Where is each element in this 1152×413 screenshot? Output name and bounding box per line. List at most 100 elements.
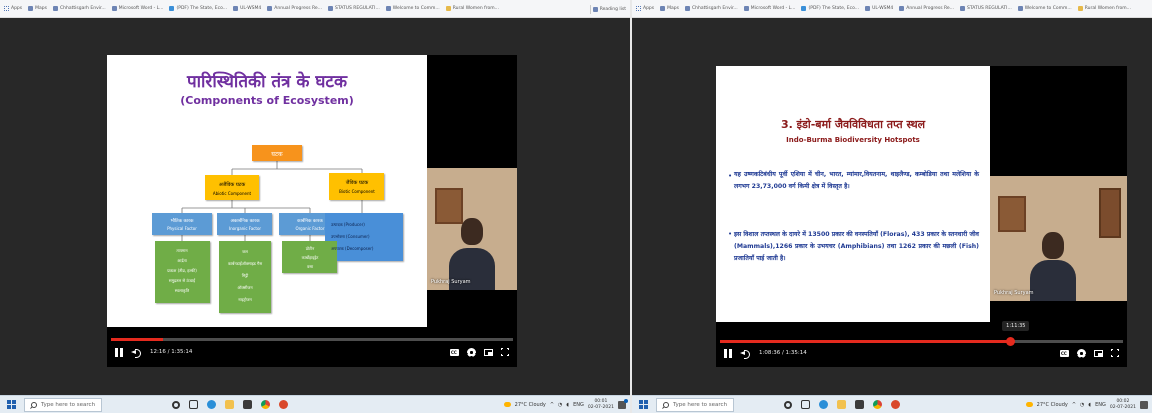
lang[interactable]: ENG bbox=[1095, 402, 1106, 408]
volume-button[interactable] bbox=[740, 349, 750, 359]
weather-text[interactable]: 27°C Cloudy bbox=[515, 402, 546, 408]
chrome-icon[interactable] bbox=[261, 400, 271, 409]
bookmark-maps[interactable]: Maps bbox=[660, 6, 679, 11]
task-view-icon[interactable] bbox=[189, 400, 199, 409]
edge-icon[interactable] bbox=[207, 400, 217, 409]
miniplayer-icon bbox=[1094, 349, 1103, 357]
fullscreen-button[interactable] bbox=[1110, 348, 1120, 358]
physical-item: आर्द्रता bbox=[177, 258, 187, 263]
fullscreen-button[interactable] bbox=[500, 347, 510, 357]
progress-bar[interactable]: 1:11:35 bbox=[720, 321, 1123, 346]
video-player[interactable]: पारिस्थितिकी तंत्र के घटक (Components of… bbox=[107, 55, 517, 367]
bookmark-2[interactable]: Chhattisgarh Envir... bbox=[52, 6, 106, 11]
bookmark-apps[interactable]: Apps bbox=[636, 6, 654, 11]
bookmark-8[interactable]: Welcome to Comm... bbox=[385, 6, 440, 11]
webcam-name: Pukhraj Suryam bbox=[431, 279, 471, 285]
chevron-up-icon[interactable]: ^ bbox=[1072, 402, 1076, 408]
captions-button[interactable] bbox=[1060, 349, 1069, 357]
settings-button[interactable] bbox=[467, 347, 476, 357]
store-icon[interactable] bbox=[855, 400, 865, 409]
app-icon[interactable] bbox=[279, 400, 289, 409]
biotic-item: अपघटक (Decomposer) bbox=[331, 246, 374, 251]
bookshelf bbox=[1099, 188, 1121, 238]
speaker-icon[interactable]: ◖ bbox=[566, 402, 569, 408]
cortana-icon[interactable] bbox=[784, 400, 793, 409]
root-label: घटक bbox=[271, 151, 283, 158]
lang[interactable]: ENG bbox=[573, 402, 584, 408]
progress-bar[interactable] bbox=[111, 338, 513, 341]
miniplayer-button[interactable] bbox=[1094, 349, 1103, 357]
clock[interactable]: 00:02 02-07-2021 bbox=[1110, 399, 1136, 411]
weather-icon bbox=[503, 402, 511, 407]
bookmark-7[interactable]: STATUS REGULATI... bbox=[959, 6, 1012, 11]
taskbar: Type here to search 27°C Cloudy ^ ◔ ◖ EN… bbox=[0, 395, 630, 413]
biotic-box bbox=[329, 173, 384, 200]
chevron-up-icon[interactable]: ^ bbox=[550, 402, 554, 408]
chrome-icon[interactable] bbox=[873, 400, 883, 409]
bookmark-6[interactable]: Annual Progress Re... bbox=[899, 6, 954, 11]
physical-hi: भौतिक कारक bbox=[171, 217, 194, 224]
bullet-icon: • bbox=[728, 172, 732, 180]
globe-icon bbox=[28, 6, 34, 11]
bookmark-3[interactable]: Microsoft Word - L... bbox=[743, 6, 795, 11]
notifications-icon[interactable] bbox=[618, 398, 628, 409]
pause-button[interactable] bbox=[115, 347, 123, 357]
notifications-icon[interactable] bbox=[1140, 400, 1148, 409]
search-icon bbox=[663, 401, 669, 408]
bookmark-9[interactable]: Rural Women from... bbox=[1077, 6, 1131, 11]
task-view-icon[interactable] bbox=[801, 400, 811, 409]
windows-start-icon[interactable] bbox=[639, 400, 648, 409]
store-icon[interactable] bbox=[243, 400, 253, 409]
bookmark-5[interactable]: UL-WSM4 bbox=[865, 6, 893, 11]
divider bbox=[589, 5, 591, 14]
settings-button[interactable] bbox=[1077, 348, 1086, 358]
progress-fill bbox=[111, 338, 163, 341]
bookmark-maps[interactable]: Maps bbox=[28, 6, 47, 11]
file-explorer-icon[interactable] bbox=[225, 400, 235, 409]
bookmark-9[interactable]: Rural Women from... bbox=[445, 6, 499, 11]
app-icon[interactable] bbox=[891, 400, 901, 409]
network-icon[interactable]: ◔ bbox=[558, 402, 562, 408]
taskbar-search[interactable]: Type here to search bbox=[24, 397, 103, 412]
pdf-icon bbox=[801, 6, 807, 11]
slide-title-english: (Components of Ecosystem) bbox=[180, 94, 354, 107]
file-explorer-icon[interactable] bbox=[837, 400, 847, 409]
captions-button[interactable] bbox=[450, 348, 459, 356]
slide: पारिस्थितिकी तंत्र के घटक (Components of… bbox=[107, 55, 427, 327]
network-icon[interactable]: ◔ bbox=[1080, 402, 1084, 408]
screen-right: Apps Maps Chhattisgarh Envir... Microsof… bbox=[632, 0, 1152, 413]
volume-button[interactable] bbox=[131, 348, 141, 358]
bookmark-5[interactable]: UL-WSM4 bbox=[233, 6, 261, 11]
globe-icon bbox=[865, 6, 871, 11]
edge-icon[interactable] bbox=[819, 400, 829, 409]
bookmark-7[interactable]: STATUS REGULATI... bbox=[327, 6, 380, 11]
bookmark-2[interactable]: Chhattisgarh Envir... bbox=[684, 6, 738, 11]
webcam-name: Pukhraj Suryam bbox=[994, 290, 1034, 296]
bookmark-6[interactable]: Annual Progress Re... bbox=[267, 6, 322, 11]
progress-knob[interactable] bbox=[1006, 337, 1016, 346]
bookmark-8[interactable]: Welcome to Comm... bbox=[1017, 6, 1072, 11]
bookshelf bbox=[435, 188, 463, 224]
taskbar-search[interactable]: Type here to search bbox=[656, 397, 735, 412]
taskbar: Type here to search 27°C Cloudy ^ ◔ ◖ EN… bbox=[632, 395, 1152, 413]
bookmark-3[interactable]: Microsoft Word - L... bbox=[111, 6, 163, 11]
globe-icon bbox=[684, 6, 690, 11]
physical-en: Physical Factor bbox=[167, 226, 197, 231]
slide: 3. इंडो-बर्मा जैवविविधता तप्त स्थल Indo-… bbox=[716, 66, 990, 322]
pause-button[interactable] bbox=[724, 348, 732, 358]
video-player[interactable]: 3. इंडो-बर्मा जैवविविधता तप्त स्थल Indo-… bbox=[716, 66, 1127, 367]
physical-item: तापमान bbox=[176, 248, 188, 253]
slide-title-hindi: पारिस्थितिकी तंत्र के घटक bbox=[186, 71, 348, 92]
miniplayer-button[interactable] bbox=[484, 348, 493, 356]
bookmark-apps[interactable]: Apps bbox=[4, 6, 22, 11]
bookmark-4[interactable]: (PDF) The State, Eco... bbox=[169, 6, 227, 11]
cortana-icon[interactable] bbox=[172, 400, 181, 409]
clock[interactable]: 00:01 02-07-2021 bbox=[588, 399, 614, 411]
reading-list[interactable]: Reading list bbox=[584, 5, 626, 14]
bookmark-4[interactable]: (PDF) The State, Eco... bbox=[801, 6, 859, 11]
globe-icon bbox=[660, 6, 666, 11]
windows-start-icon[interactable] bbox=[7, 400, 16, 409]
weather-text[interactable]: 27°C Cloudy bbox=[1037, 402, 1068, 408]
speaker-icon[interactable]: ◖ bbox=[1088, 402, 1091, 408]
inorganic-hi: अकार्बनिक कारक bbox=[230, 217, 260, 224]
